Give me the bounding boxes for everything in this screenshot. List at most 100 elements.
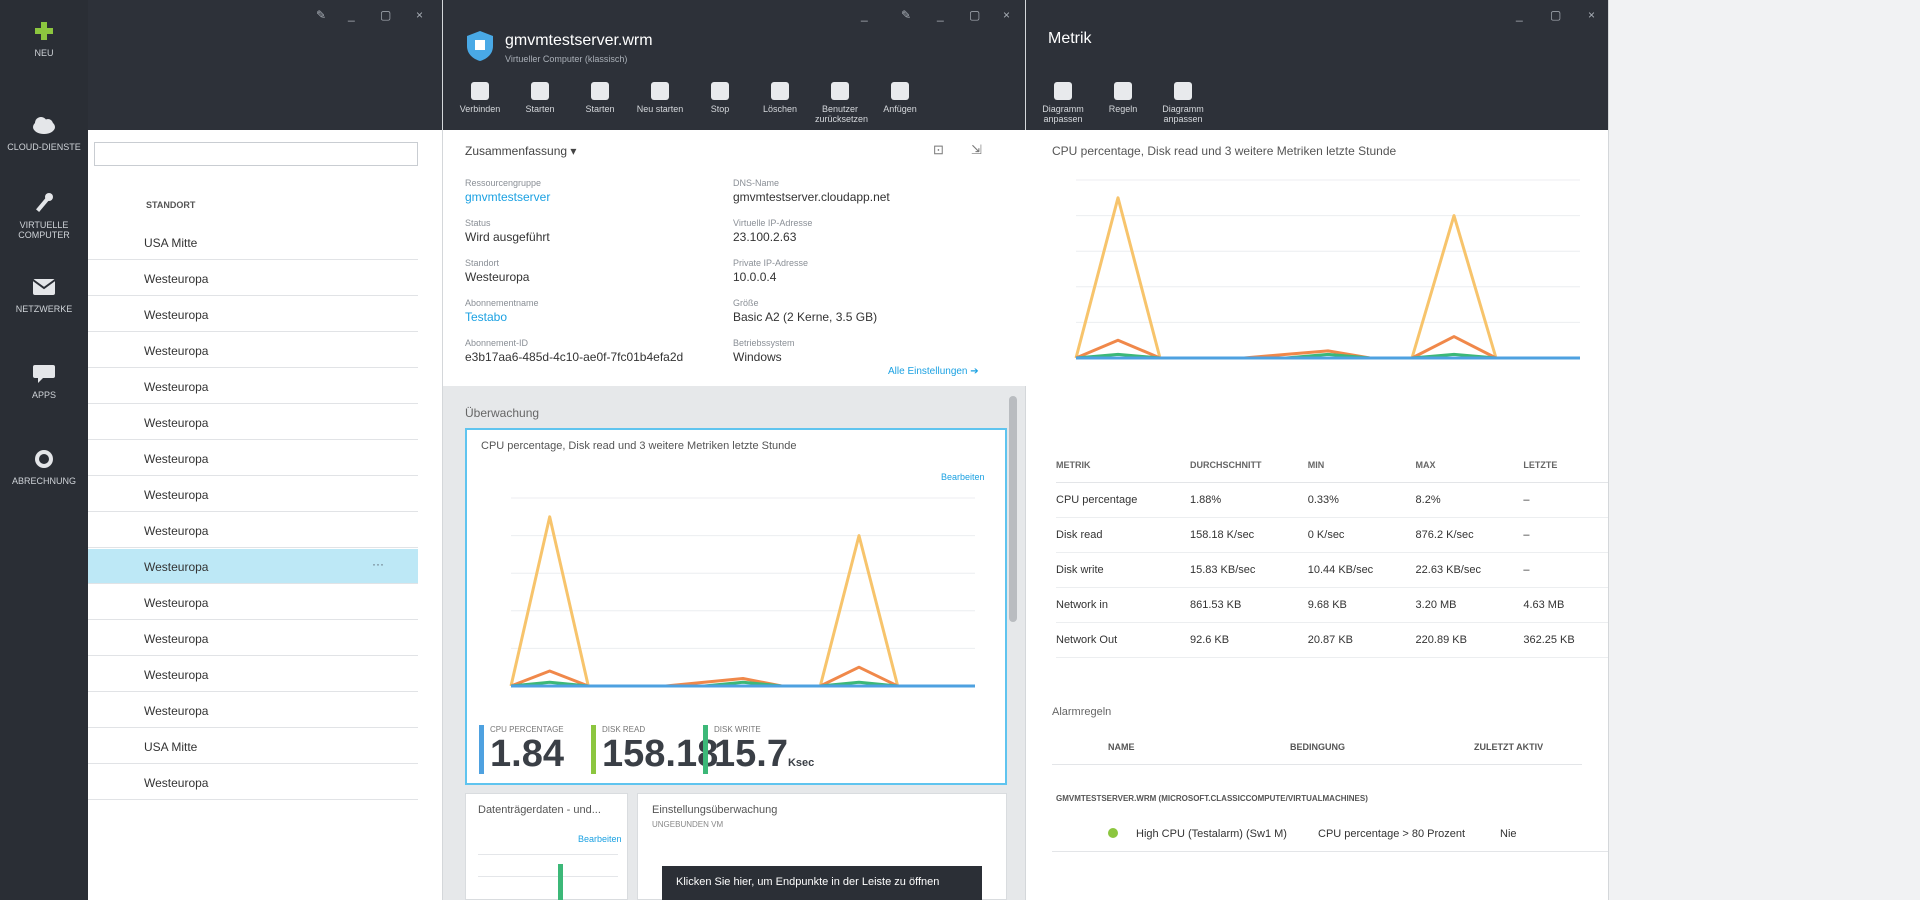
table-row[interactable]: Disk write 15.83 KB/sec 10.44 KB/sec 22.63 … (1056, 552, 1608, 588)
close-icon[interactable]: × (1003, 8, 1010, 22)
toolbar-button[interactable]: Löschen (755, 82, 805, 114)
toolbar-button[interactable]: Diagramm anpassen (1158, 82, 1208, 124)
nav-item-billing[interactable]: ABRECHNUNG (0, 448, 88, 486)
nav-item-apps[interactable]: APPS (0, 362, 88, 400)
metric-stat-value: 1.84 (490, 733, 564, 775)
all-settings-label: Alle Einstellungen (888, 366, 968, 377)
property-value[interactable]: Testabo (465, 310, 725, 324)
table-cell: 92.6 KB (1189, 622, 1308, 658)
toolbar-icon (1174, 82, 1192, 100)
list-item[interactable]: Westeuropa (88, 441, 418, 476)
list-item-location: Westeuropa (144, 380, 209, 394)
endpoint-tile-subtitle: UNGEBUNDEN VM (652, 820, 724, 829)
metrics-table-header: METRIK DURCHSCHNITT MIN MAX LETZTE (1056, 448, 1608, 483)
nav-item-networks[interactable]: NETZWERKE (0, 276, 88, 314)
list-item[interactable]: Westeuropa (88, 765, 418, 800)
summary-dropdown[interactable]: Zusammenfassung ▾ (465, 144, 576, 158)
toolbar-button[interactable]: Starten (515, 82, 565, 114)
pin-icon[interactable]: ✎ (316, 8, 326, 22)
new-button[interactable]: NEU (0, 20, 88, 58)
vm-shield-icon (467, 31, 493, 61)
metric-stat: DISK WRITE 15.7Ksec (703, 725, 814, 774)
restore-icon[interactable]: _ (937, 8, 944, 22)
property-label: DNS-Name (733, 178, 780, 188)
metrics-line-chart (1074, 179, 1580, 360)
list-item[interactable]: Westeuropa (88, 261, 418, 296)
list-item[interactable]: Westeuropa (88, 657, 418, 692)
alert-rule-row[interactable]: High CPU (Testalarm) (Sw1 M) CPU percent… (1052, 818, 1608, 852)
property-value[interactable]: gmvmtestserver (465, 190, 725, 204)
list-item[interactable]: Westeuropa (88, 621, 418, 656)
list-item[interactable]: Westeuropa (88, 513, 418, 548)
all-settings-link[interactable]: Alle Einstellungen ➔ (888, 366, 979, 377)
maximize-icon[interactable]: ▢ (380, 8, 391, 22)
table-row[interactable]: Network Out 92.6 KB 20.87 KB 220.89 KB 362.2… (1056, 622, 1608, 658)
property-value: 10.0.0.4 (733, 270, 777, 284)
property-label: Private IP-Adresse (733, 258, 809, 268)
toolbar-button[interactable]: Benutzer zurücksetzen (815, 82, 868, 124)
toolbar-button[interactable]: Verbinden (455, 82, 505, 114)
summary-label: Zusammenfassung (465, 144, 568, 158)
property-label: Größe (733, 298, 759, 308)
nav-label: CLOUD-DIENSTE (7, 142, 81, 152)
list-item[interactable]: Westeuropa (88, 333, 418, 368)
summary-section: Zusammenfassung ▾ ⊡ ⇲ Ressourcengruppe gm… (443, 130, 1026, 386)
disk-tile-edit-link[interactable]: Bearbeiten (578, 834, 622, 844)
table-row[interactable]: Network in 861.53 KB 9.68 KB 3.20 MB 4.63 MB (1056, 587, 1608, 623)
table-row[interactable]: Disk read 158.18 K/sec 0 K/sec 876.2 K/sec – (1056, 517, 1608, 553)
toolbar-button[interactable]: Regeln (1098, 82, 1148, 114)
monitoring-line-chart (509, 497, 975, 688)
toolbar-label: Starten (585, 104, 615, 114)
property: Abonnement-ID e3b17aa6-485d-4c10-ae0f-7fc… (465, 338, 725, 364)
disk-tile[interactable]: Datenträgerdaten - und... Bearbeiten (465, 793, 628, 900)
list-item[interactable]: Westeuropa (88, 405, 418, 440)
edit-link[interactable]: Bearbeiten (941, 472, 985, 482)
table-cell: 4.63 MB (1523, 587, 1608, 623)
toolbar-button[interactable]: Anfügen (875, 82, 925, 114)
list-item[interactable]: Westeuropa (88, 297, 418, 332)
list-item[interactable]: Westeuropa (88, 477, 418, 512)
metric-stat: DISK READ 158.18 (591, 725, 718, 774)
table-cell: 0.33% (1307, 482, 1416, 518)
maximize-icon[interactable]: ▢ (1550, 8, 1561, 22)
toolbar-icon (711, 82, 729, 100)
list-item[interactable]: Westeuropa ··· (88, 549, 418, 584)
pin-icon[interactable]: ✎ (901, 8, 911, 22)
close-icon[interactable]: × (416, 8, 423, 22)
toolbar-label: Starten (525, 104, 555, 114)
nav-label: VIRTUELLE COMPUTER (18, 220, 70, 240)
ellipsis-icon[interactable]: ··· (372, 557, 384, 571)
maximize-icon[interactable]: ▢ (969, 8, 980, 22)
minimize-icon[interactable]: _ (861, 8, 868, 22)
scrollbar[interactable] (1009, 396, 1017, 622)
filter-input[interactable] (94, 142, 418, 166)
table-row[interactable]: CPU percentage 1.88% 0.33% 8.2% – (1056, 482, 1608, 518)
table-cell: 8.2% (1415, 482, 1524, 518)
toolbar-button[interactable]: Neu starten (635, 82, 685, 114)
close-icon[interactable]: × (1588, 8, 1595, 22)
settings-icon[interactable]: ⊡ (933, 142, 944, 158)
table-cell: 0 K/sec (1307, 517, 1416, 553)
list-item[interactable]: USA Mitte (88, 729, 418, 764)
alert-rule-name: High CPU (Testalarm) (Sw1 M) (1136, 828, 1287, 840)
resource-list-blade: ✎ _ ▢ × STANDORT USA Mitte Westeuropa West… (88, 0, 443, 900)
nav-item-virtual-machines[interactable]: VIRTUELLE COMPUTER (0, 192, 88, 240)
list-item[interactable]: Westeuropa (88, 585, 418, 620)
toolbar-icon (531, 82, 549, 100)
toolbar-button[interactable]: Starten (575, 82, 625, 114)
list-item[interactable]: Westeuropa (88, 369, 418, 404)
pin-icon[interactable]: ⇲ (971, 142, 982, 158)
list-item[interactable]: Westeuropa (88, 693, 418, 728)
toolbar-button[interactable]: Diagramm anpassen (1038, 82, 1088, 124)
toolbar-label: Diagramm anpassen (1162, 104, 1204, 124)
left-navigation: NEU CLOUD-DIENSTE VIRTUELLE COMPUTER NET… (0, 0, 88, 900)
minimize-icon[interactable]: _ (1516, 8, 1523, 22)
monitoring-chart-tile[interactable]: CPU percentage, Disk read und 3 weitere … (465, 428, 1007, 785)
list-item[interactable]: USA Mitte (88, 225, 418, 260)
toolbar-button[interactable]: Stop (695, 82, 745, 114)
table-cell: 3.20 MB (1415, 587, 1524, 623)
table-cell: – (1523, 552, 1608, 588)
alerts-header-name: NAME (1108, 742, 1135, 752)
minimize-icon[interactable]: _ (348, 8, 355, 22)
nav-item-cloud-services[interactable]: CLOUD-DIENSTE (0, 114, 88, 152)
